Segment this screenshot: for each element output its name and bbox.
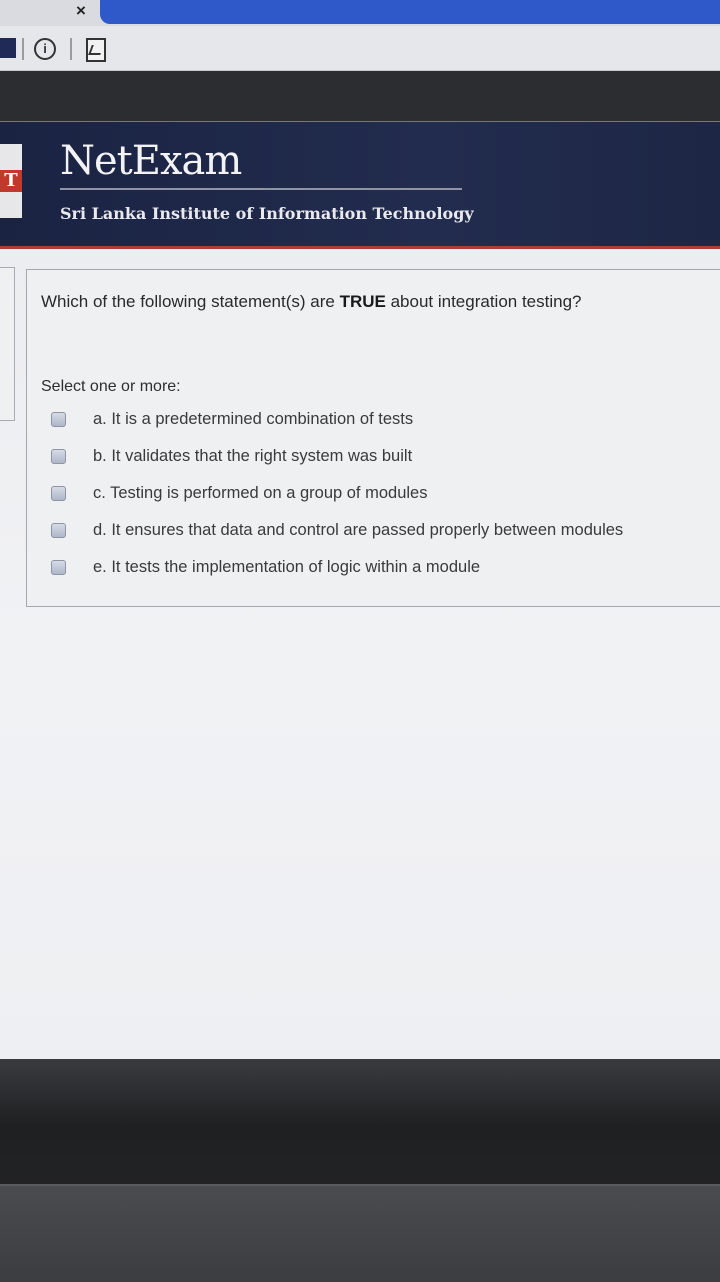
sliit-logo: T (0, 144, 22, 218)
answer-option-c[interactable]: c. Testing is performed on a group of mo… (51, 484, 711, 508)
question-text: Which of the following statement(s) are … (41, 292, 582, 312)
question-info-panel (0, 267, 15, 421)
option-label-c[interactable]: c. Testing is performed on a group of mo… (93, 484, 427, 503)
address-bar: i (0, 26, 720, 71)
active-browser-tab[interactable] (100, 0, 720, 24)
site-title: NetExam (60, 138, 242, 184)
checkbox-c[interactable] (51, 486, 66, 501)
page-content: Which of the following statement(s) are … (0, 249, 720, 1059)
logo-t-icon: T (0, 170, 22, 192)
option-label-d[interactable]: d. It ensures that data and control are … (93, 521, 623, 540)
select-prompt: Select one or more: (41, 378, 181, 395)
address-bar-edge (0, 38, 16, 58)
checkbox-a[interactable] (51, 412, 66, 427)
checkbox-e[interactable] (51, 560, 66, 575)
answer-option-a[interactable]: a. It is a predetermined combination of … (51, 410, 711, 434)
page-image-icon[interactable] (86, 38, 106, 62)
answer-option-b[interactable]: b. It validates that the right system wa… (51, 447, 711, 471)
address-separator (70, 38, 72, 60)
tab-close-icon[interactable]: × (76, 1, 86, 21)
monitor-bezel-lower (0, 1184, 720, 1282)
site-subtitle: Sri Lanka Institute of Information Techn… (60, 204, 474, 223)
option-label-e[interactable]: e. It tests the implementation of logic … (93, 558, 480, 577)
answer-option-e[interactable]: e. It tests the implementation of logic … (51, 558, 711, 582)
browser-toolbar-gap (0, 71, 720, 122)
question-prefix: Which of the following statement(s) are (41, 292, 340, 311)
checkbox-d[interactable] (51, 523, 66, 538)
question-card: Which of the following statement(s) are … (26, 269, 720, 607)
option-label-b[interactable]: b. It validates that the right system wa… (93, 447, 412, 466)
header-divider (60, 188, 462, 190)
monitor-bezel (0, 1059, 720, 1282)
question-suffix: about integration testing? (385, 292, 582, 311)
browser-tab-strip: × (0, 0, 720, 26)
site-header: T NetExam Sri Lanka Institute of Informa… (0, 122, 720, 249)
checkbox-b[interactable] (51, 449, 66, 464)
answer-option-d[interactable]: d. It ensures that data and control are … (51, 521, 711, 545)
address-separator (22, 38, 24, 60)
option-label-a[interactable]: a. It is a predetermined combination of … (93, 410, 413, 429)
question-emphasis: TRUE (339, 292, 386, 311)
site-info-icon[interactable]: i (34, 38, 56, 60)
